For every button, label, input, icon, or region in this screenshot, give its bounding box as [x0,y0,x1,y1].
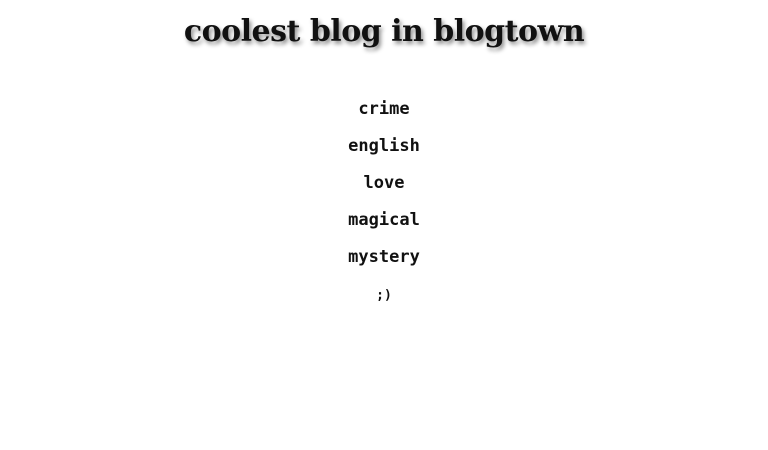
nav-link-love[interactable]: love [364,173,405,193]
page: coolest blog in blogtown crime english l… [0,0,768,450]
nav-link-english[interactable]: english [348,136,420,156]
site-title: coolest blog in blogtown [183,14,585,49]
nav-link-smiley[interactable]: ;) [376,288,392,303]
category-nav: crime english love magical mystery ;) [0,96,768,318]
nav-item-love: love [0,170,768,207]
nav-item-crime: crime [0,96,768,133]
nav-item-english: english [0,133,768,170]
nav-item-smiley: ;) [0,281,768,318]
nav-link-magical[interactable]: magical [348,210,420,230]
nav-link-crime[interactable]: crime [358,99,409,119]
nav-item-magical: magical [0,207,768,244]
nav-item-mystery: mystery [0,244,768,281]
nav-link-mystery[interactable]: mystery [348,247,420,267]
